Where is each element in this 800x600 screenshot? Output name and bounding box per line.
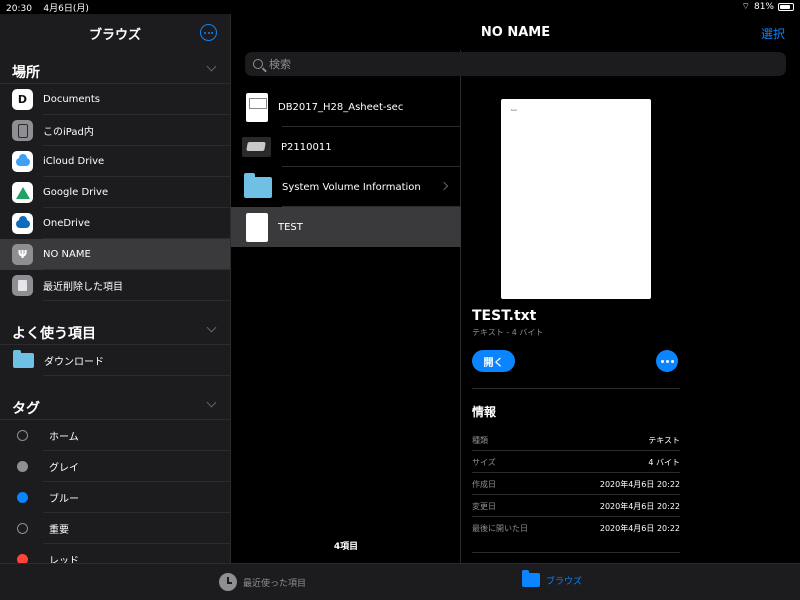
sidebar-item-tag-home[interactable]: ホーム: [0, 420, 230, 451]
more-options-icon[interactable]: [656, 350, 678, 372]
file-row[interactable]: DB2017_H28_Asheet-sec: [231, 87, 461, 127]
page-title: NO NAME: [231, 14, 800, 50]
chevron-down-icon: [206, 322, 217, 333]
chevron-down-icon: [206, 61, 217, 72]
tag-dot-icon: [17, 461, 28, 472]
sidebar-item-onedrive[interactable]: OneDrive: [0, 208, 230, 239]
sidebar-item-recently-deleted[interactable]: 最近削除した項目: [0, 270, 230, 301]
chevron-down-icon: [206, 397, 217, 408]
info-header: 情報: [472, 405, 497, 419]
open-button[interactable]: 開く: [472, 350, 515, 372]
sidebar-item-no-name[interactable]: Ψ NO NAME: [0, 239, 230, 270]
photo-thumbnail-icon: [242, 137, 271, 157]
divider: [472, 552, 680, 553]
info-row-last-opened: 最後に開いた日 2020年4月6日 20:22: [472, 524, 680, 533]
sidebar-item-downloads[interactable]: ダウンロード: [0, 345, 230, 376]
battery-percent: 81%: [753, 1, 774, 12]
status-date: 4月6日(月): [43, 4, 89, 14]
sidebar-item-google-drive[interactable]: Google Drive: [0, 177, 230, 208]
search-icon: [253, 59, 263, 69]
documents-app-icon: D: [12, 89, 33, 110]
sidebar-item-tag-red[interactable]: レッド: [0, 544, 230, 563]
section-favorites[interactable]: よく使う項目: [0, 311, 230, 345]
onedrive-icon: [12, 213, 33, 234]
tab-bar: 最近使った項目 ブラウズ: [0, 563, 800, 600]
section-locations[interactable]: 場所: [0, 50, 230, 84]
file-row[interactable]: P2110011: [231, 127, 461, 167]
info-row-created: 作成日 2020年4月6日 20:22: [472, 473, 680, 495]
tab-browse[interactable]: ブラウズ: [522, 570, 582, 587]
detail-file-subtitle: テキスト - 4 バイト: [472, 328, 544, 337]
wifi-icon: ⌔: [741, 2, 750, 12]
search-input[interactable]: [269, 57, 749, 71]
file-name: P2110011: [281, 141, 332, 153]
file-name: System Volume Information: [282, 181, 421, 193]
file-name: DB2017_H28_Asheet-sec: [278, 101, 404, 113]
folder-icon: [522, 570, 540, 587]
sidebar-item-this-ipad[interactable]: このiPad内: [0, 115, 230, 146]
status-bar: 20:30 4月6日(月) ⌔ 81%: [0, 0, 800, 14]
sidebar-item-icloud-drive[interactable]: iCloud Drive: [0, 146, 230, 177]
section-tags[interactable]: タグ: [0, 386, 230, 420]
icloud-icon: [12, 151, 33, 172]
info-row-size: サイズ 4 バイト: [472, 451, 680, 473]
detail-panel: test TEST.txt テキスト - 4 バイト 開く 情報 種類 テキスト…: [461, 87, 691, 563]
sidebar-more-icon[interactable]: [200, 24, 217, 41]
sidebar-title: ブラウズ: [88, 28, 141, 43]
chevron-right-icon: [439, 181, 449, 191]
sidebar: ブラウズ 場所 D Documents このiPad内 iCloud Drive…: [0, 14, 231, 563]
search-bar[interactable]: [245, 52, 786, 76]
info-row-kind: 種類 テキスト: [472, 429, 680, 451]
battery-icon: [778, 2, 794, 11]
sidebar-item-documents[interactable]: D Documents: [0, 84, 230, 115]
clock-icon: [219, 573, 237, 591]
tag-dot-icon: [17, 492, 28, 503]
tag-dot-icon: [17, 430, 28, 441]
file-preview[interactable]: test: [501, 99, 651, 299]
sidebar-item-tag-important[interactable]: 重要: [0, 513, 230, 544]
ipad-icon: [12, 120, 33, 141]
tag-dot-icon: [17, 554, 28, 563]
file-row-selected[interactable]: TEST: [231, 207, 461, 247]
select-button[interactable]: 選択: [761, 25, 785, 42]
document-thumbnail-icon: [246, 212, 268, 242]
tag-dot-icon: [17, 523, 28, 534]
file-name: TEST: [278, 221, 303, 233]
info-row-modified: 変更日 2020年4月6日 20:22: [472, 495, 680, 517]
tab-recents[interactable]: 最近使った項目: [219, 573, 306, 591]
item-count: 4項目: [333, 542, 359, 552]
sidebar-item-tag-gray[interactable]: グレイ: [0, 451, 230, 482]
trash-icon: [12, 275, 33, 296]
status-time: 20:30: [6, 4, 32, 14]
detail-file-name: TEST.txt: [472, 308, 537, 324]
spreadsheet-thumbnail-icon: [246, 92, 268, 122]
folder-icon: [244, 172, 272, 198]
google-drive-icon: [12, 182, 33, 203]
sidebar-item-tag-blue[interactable]: ブルー: [0, 482, 230, 513]
file-row[interactable]: System Volume Information: [231, 167, 461, 207]
divider: [472, 388, 680, 389]
usb-icon: Ψ: [12, 244, 33, 265]
downloads-folder-icon: [12, 350, 34, 371]
